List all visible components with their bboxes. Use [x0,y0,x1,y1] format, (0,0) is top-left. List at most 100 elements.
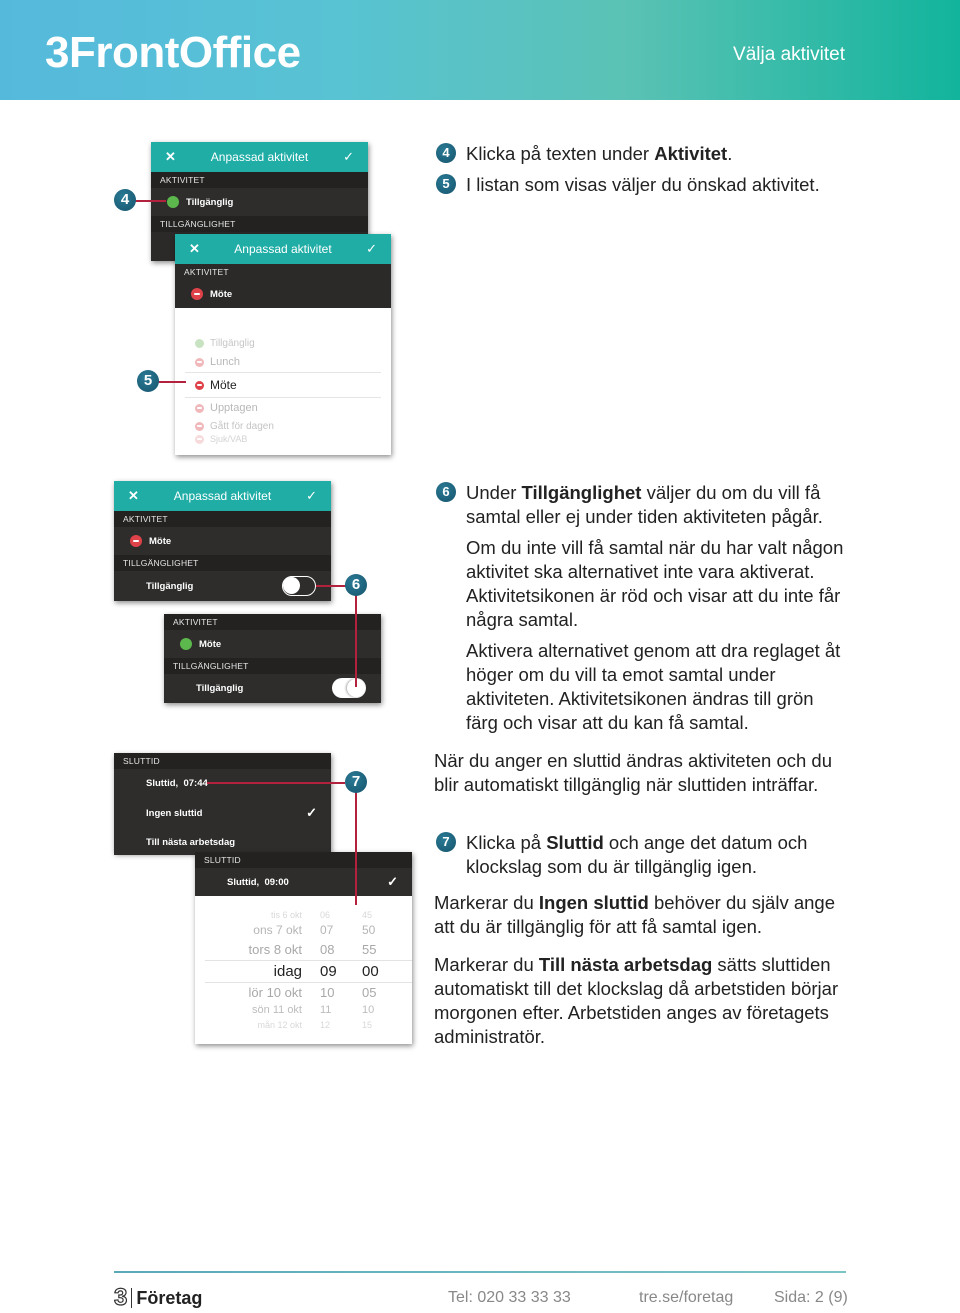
footer-web-link[interactable]: tre.se/foretag [639,1289,733,1307]
activity-value: Möte [199,638,222,650]
picker-hour: 10 [320,985,335,1000]
picker-row[interactable]: lör 10 okt 10 05 [195,985,412,1005]
activity-row[interactable]: Möte [175,280,391,308]
picker-minute: 00 [362,963,379,980]
picker-hour: 06 [320,910,331,920]
picker-hour: 12 [320,1020,331,1028]
close-icon[interactable]: ✕ [189,241,200,257]
picker-minute: 15 [362,1020,373,1028]
text: Markerar du [434,954,539,975]
end-time-row[interactable]: Sluttid, 09:00 ✓ [195,868,412,896]
picker-day: sön 11 okt [252,1004,302,1016]
doc-title: 3FrontOffice [45,28,301,77]
list-item-label: Gått för dagen [210,420,274,432]
check-icon[interactable]: ✓ [306,488,317,504]
picker-row[interactable]: tors 8 okt 08 55 [195,942,412,962]
bar-title: Anpassad aktivitet [173,489,272,503]
tre-logo-icon: 3 [113,1284,128,1311]
available-status-icon [180,638,192,650]
paragraph: Aktivera alternativet genom att dra regl… [466,640,841,733]
text: Klicka på texten under [466,143,655,164]
close-icon[interactable]: ✕ [128,488,139,504]
picker-day: mån 12 okt [257,1020,302,1028]
title-bar: ✕ Anpassad aktivitet ✓ [175,234,391,264]
mock-end-time-options: SLUTTID Sluttid, 07:44 Ingen sluttid ✓ T… [114,753,331,855]
activity-row[interactable]: Tillgänglig [151,188,368,216]
next-workday-text: Markerar du Till nästa arbetsdag sätts s… [434,953,844,1049]
bar-title: Anpassad aktivitet [234,242,332,256]
section-label: AKTIVITET [175,264,391,280]
picker-selection-top [205,960,412,961]
activity-row[interactable]: Möte [164,630,381,658]
list-item[interactable]: Sjuk/VAB [175,434,391,444]
title-bar: ✕ Anpassad aktivitet ✓ [151,142,368,172]
available-icon [195,338,204,348]
list-item[interactable]: Upptagen [175,398,391,418]
picker-day: lör 10 okt [248,985,302,1000]
list-item-label: Möte [210,378,237,392]
picker-minute: 05 [362,985,377,1000]
no-end-time-row[interactable]: Ingen sluttid ✓ [114,797,331,829]
list-item-label: Upptagen [210,402,258,414]
picker-day: tors 8 okt [248,942,302,957]
section-label: AKTIVITET [164,614,381,630]
toggle-knob[interactable] [283,577,300,594]
toggle-label: Tillgänglig [146,580,194,592]
step-badge-7: 7 [345,771,367,793]
check-icon[interactable]: ✓ [387,874,398,890]
picker-row[interactable]: mån 12 okt 12 15 [195,1020,412,1028]
footer-phone: Tel: 020 33 33 33 [448,1289,571,1306]
bold-text: Tillgänglighet [521,482,642,503]
end-time-value: Sluttid, 07:44 [146,777,208,789]
picker-hour: 11 [320,1004,332,1016]
date-time-picker[interactable]: tis 6 okt 06 45 ons 7 okt 07 50 tors 8 o… [195,896,412,1044]
step-7-text: Klicka på Sluttid och ange det datum och… [466,831,841,879]
callout-line [207,782,345,784]
picker-minute: 45 [362,910,373,920]
section-label: SLUTTID [195,852,412,868]
section-label: TILLGÄNGLIGHET [164,658,381,674]
text: . [727,143,733,164]
list-item-label: Lunch [210,356,240,368]
availability-toggle[interactable] [282,576,316,596]
picker-minute: 55 [362,942,377,957]
title-bar: ✕ Anpassad aktivitet ✓ [114,481,331,511]
end-time-value: Sluttid, 09:00 [227,876,289,888]
activity-value: Möte [210,288,233,300]
list-item[interactable]: Lunch [175,352,391,372]
picker-day: idag [273,963,302,980]
picker-row[interactable]: ons 7 okt 07 50 [195,923,412,943]
close-icon[interactable]: ✕ [165,149,176,165]
picker-hour: 09 [320,963,337,980]
callout-line [355,792,357,905]
activity-row[interactable]: Möte [114,527,331,555]
check-icon[interactable]: ✓ [366,241,377,257]
bold-text: Till nästa arbetsdag [538,954,713,975]
step-5-text: I listan som visas väljer du önskad akti… [466,174,820,195]
bold-text: Aktivitet [654,143,728,164]
list-item-selected[interactable]: Möte [185,372,381,398]
footer-divider [114,1271,846,1273]
picker-day: ons 7 okt [253,923,302,937]
callout-line [355,595,357,687]
step-badge-6: 6 [345,574,367,596]
bar-title: Anpassad aktivitet [210,150,309,164]
available-status-icon [167,196,179,208]
step-badge-5-inline: 5 [436,174,456,194]
toggle-label: Tillgänglig [196,683,244,694]
picker-day: tis 6 okt [270,910,302,920]
step-badge-4-inline: 4 [436,143,456,163]
step-badge-6-inline: 6 [436,482,456,502]
list-item[interactable]: Gått för dagen [175,418,391,434]
step-badge-4: 4 [114,189,136,211]
footer-page-number: Sida: 2 (9) [774,1289,848,1306]
picker-row[interactable]: tis 6 okt 06 45 [195,910,412,922]
check-icon[interactable]: ✓ [343,149,354,165]
availability-toggle[interactable] [332,678,366,698]
mock-availability-on: AKTIVITET Möte TILLGÄNGLIGHET Tillgängli… [164,614,381,703]
section-title: Välja aktivitet [733,44,845,65]
paragraph: Under Tillgänglighet väljer du om du vil… [466,481,846,529]
text: Markerar du [434,892,539,913]
picker-hour: 07 [320,923,334,937]
list-item[interactable]: Tillgänglig [175,334,391,352]
